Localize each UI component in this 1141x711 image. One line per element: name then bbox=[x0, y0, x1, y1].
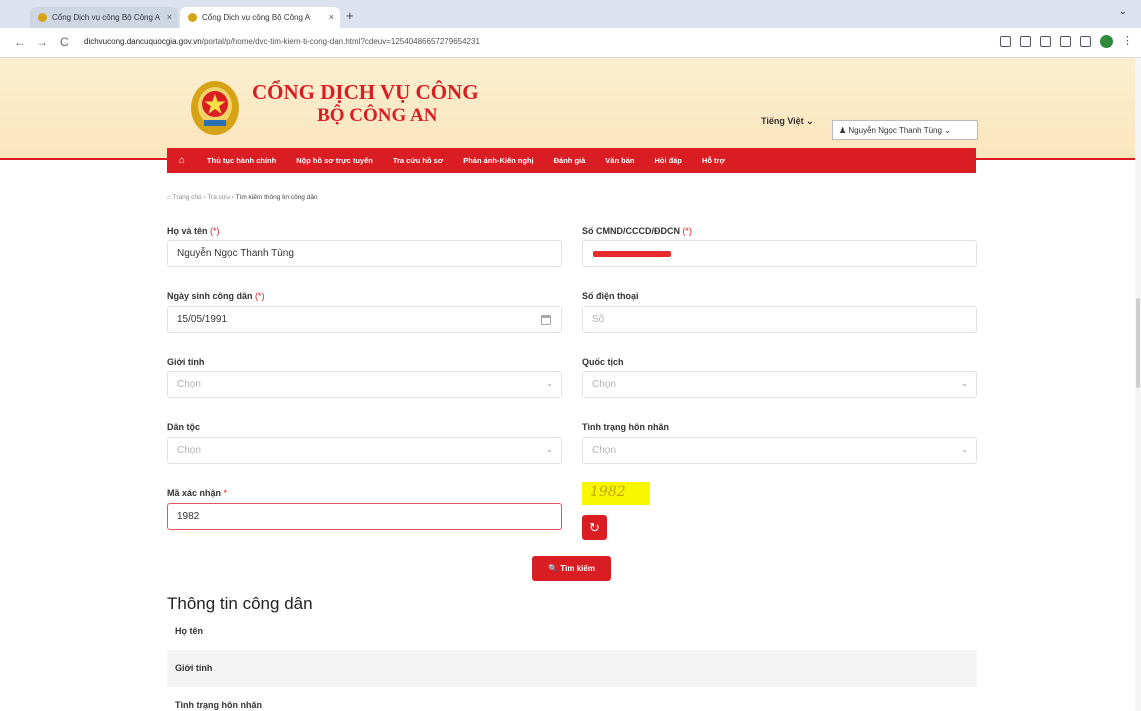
nav-item-rating[interactable]: Đánh giá bbox=[554, 156, 586, 165]
puzzle-icon[interactable] bbox=[1060, 36, 1071, 47]
label-text: Họ và tên bbox=[167, 226, 208, 236]
reload-icon[interactable]: C bbox=[60, 35, 69, 49]
nav-item-faq[interactable]: Hỏi đáp bbox=[654, 156, 682, 165]
language-select[interactable]: Tiếng Việt ⌄ bbox=[761, 116, 814, 127]
nav-item-support[interactable]: Hỗ trợ bbox=[702, 156, 725, 165]
more-menu-icon[interactable]: ⋮ bbox=[1122, 36, 1133, 47]
browser-tab-1[interactable]: Cổng Dịch vụ công Bộ Công A × bbox=[30, 7, 178, 28]
ethnicity-label: Dân tộc bbox=[167, 422, 201, 432]
id-number-label: Số CMND/CCCD/ĐDCN (*) bbox=[582, 226, 692, 236]
site-header: CỔNG DỊCH VỤ CÔNG BỘ CÔNG AN Tiếng Việt … bbox=[0, 58, 1141, 160]
chevron-down-icon: ⌄ bbox=[546, 445, 553, 454]
breadcrumb-separator: › bbox=[231, 194, 234, 201]
breadcrumb: ⌂ Trang chủ › Tra cứu › Tìm kiếm thông t… bbox=[167, 194, 318, 201]
url-path: /portal/p/home/dvc-tim-kiem-ti-cong-dan.… bbox=[201, 37, 480, 46]
refresh-captcha-button[interactable]: ↻ bbox=[582, 515, 607, 540]
scrollbar-thumb[interactable] bbox=[1136, 298, 1140, 388]
url-host: dichvucong.dancuquocgia.gov.vn bbox=[84, 37, 202, 46]
site-title[interactable]: CỔNG DỊCH VỤ CÔNG BỘ CÔNG AN bbox=[252, 80, 479, 128]
profile-avatar-icon[interactable] bbox=[1100, 35, 1113, 48]
label-text: Số CMND/CCCD/ĐDCN bbox=[582, 226, 680, 236]
nationality-placeholder: Chọn bbox=[592, 379, 616, 390]
chevron-down-icon: ⌄ bbox=[546, 379, 553, 388]
browser-toolbar: ⋮ bbox=[1000, 35, 1133, 48]
extension-icon[interactable] bbox=[1040, 36, 1051, 47]
back-icon[interactable]: ← bbox=[14, 35, 26, 49]
label-text: Mã xác nhận bbox=[167, 488, 222, 498]
required-mark: (*) bbox=[255, 291, 265, 301]
gender-select[interactable]: Chọn ⌄ bbox=[167, 371, 562, 398]
birth-date-label: Ngày sinh công dân (*) bbox=[167, 291, 265, 301]
info-row-name: Họ tên bbox=[175, 626, 203, 636]
forward-icon[interactable]: → bbox=[36, 35, 48, 49]
nav-home-icon[interactable]: ⌂ bbox=[179, 155, 185, 166]
breadcrumb-current: Tìm kiếm thông tin công dân bbox=[235, 194, 318, 201]
phone-input[interactable]: Số bbox=[582, 306, 977, 333]
bookmark-star-icon[interactable] bbox=[1020, 36, 1031, 47]
share-icon[interactable] bbox=[1000, 36, 1011, 47]
gender-label: Giới tính bbox=[167, 357, 205, 367]
nationality-label: Quốc tịch bbox=[582, 357, 624, 367]
user-account-menu[interactable]: ♟ Nguyễn Ngọc Thanh Tùng ⌄ bbox=[832, 120, 978, 140]
search-button[interactable]: 🔍 Tìm kiếm bbox=[532, 556, 611, 581]
tab-title: Cổng Dịch vụ công Bộ Công A bbox=[52, 13, 161, 22]
nav-item-feedback[interactable]: Phản ánh-Kiến nghị bbox=[463, 156, 533, 165]
full-name-label: Họ và tên (*) bbox=[167, 226, 220, 236]
captcha-image: 1982 bbox=[582, 482, 650, 505]
nav-item-lookup[interactable]: Tra cứu hồ sơ bbox=[393, 156, 443, 165]
marital-status-select[interactable]: Chọn ⌄ bbox=[582, 437, 977, 464]
site-title-line2: BỘ CÔNG AN bbox=[317, 105, 438, 126]
new-tab-button[interactable]: + bbox=[346, 8, 354, 23]
label-text: Ngày sinh công dân bbox=[167, 291, 253, 301]
marital-status-placeholder: Chọn bbox=[592, 445, 616, 456]
address-bar: ← → C dichvucong.dancuquocgia.gov.vn/por… bbox=[0, 28, 1141, 58]
url-field[interactable]: dichvucong.dancuquocgia.gov.vn/portal/p/… bbox=[84, 37, 480, 46]
sidepanel-icon[interactable] bbox=[1080, 36, 1091, 47]
info-row-gender: Giới tính bbox=[167, 650, 977, 687]
redaction-mark bbox=[593, 251, 671, 257]
favicon-icon bbox=[38, 13, 47, 22]
marital-status-label: Tình trạng hôn nhân bbox=[582, 422, 669, 432]
chevron-down-icon: ⌄ bbox=[961, 445, 968, 454]
required-mark: * bbox=[223, 488, 228, 498]
tab-search-icon[interactable]: ⌄ bbox=[1119, 6, 1127, 17]
site-title-line1: CỔNG DỊCH VỤ CÔNG bbox=[252, 80, 479, 104]
breadcrumb-lookup[interactable]: Tra cứu bbox=[207, 194, 230, 201]
browser-tab-2[interactable]: Cổng Dịch vụ công Bộ Công A × bbox=[180, 7, 340, 28]
nav-item-online-submission[interactable]: Nộp hồ sơ trực tuyến bbox=[296, 156, 373, 165]
main-nav: ⌂ Thủ tục hành chính Nộp hồ sơ trực tuyế… bbox=[167, 148, 976, 173]
full-name-input[interactable]: Nguyễn Ngọc Thanh Tùng bbox=[167, 240, 562, 267]
info-row-marital-status: Tình trạng hôn nhân bbox=[175, 700, 262, 710]
calendar-icon[interactable] bbox=[541, 315, 551, 325]
breadcrumb-home[interactable]: ⌂ Trang chủ bbox=[167, 194, 202, 201]
browser-window: Cổng Dịch vụ công Bộ Công A × Cổng Dịch … bbox=[0, 0, 1141, 711]
close-tab-icon[interactable]: × bbox=[167, 12, 172, 22]
nav-item-administrative-procedures[interactable]: Thủ tục hành chính bbox=[207, 156, 276, 165]
captcha-input[interactable]: 1982 bbox=[167, 503, 562, 530]
nationality-select[interactable]: Chọn ⌄ bbox=[582, 371, 977, 398]
police-emblem-logo bbox=[191, 81, 239, 135]
tab-title: Cổng Dịch vụ công Bộ Công A bbox=[202, 13, 311, 22]
captcha-label: Mã xác nhận * bbox=[167, 488, 227, 498]
required-mark: (*) bbox=[210, 226, 220, 236]
gender-placeholder: Chọn bbox=[177, 379, 201, 390]
required-mark: (*) bbox=[682, 226, 693, 236]
phone-label: Số điện thoại bbox=[582, 291, 639, 301]
breadcrumb-separator: › bbox=[203, 194, 206, 201]
nav-item-documents[interactable]: Văn bản bbox=[605, 156, 634, 165]
favicon-icon bbox=[188, 13, 197, 22]
close-tab-icon[interactable]: × bbox=[329, 12, 334, 22]
birth-date-input[interactable]: 15/05/1991 bbox=[167, 306, 562, 333]
citizen-info-title: Thông tin công dân bbox=[167, 594, 313, 613]
id-number-input[interactable] bbox=[582, 240, 977, 267]
birth-date-value: 15/05/1991 bbox=[177, 314, 228, 325]
chevron-down-icon: ⌄ bbox=[961, 379, 968, 388]
ethnicity-placeholder: Chọn bbox=[177, 445, 201, 456]
ethnicity-select[interactable]: Chọn ⌄ bbox=[167, 437, 562, 464]
page-scrollbar[interactable] bbox=[1135, 58, 1141, 711]
tab-bar: Cổng Dịch vụ công Bộ Công A × Cổng Dịch … bbox=[0, 0, 1141, 28]
